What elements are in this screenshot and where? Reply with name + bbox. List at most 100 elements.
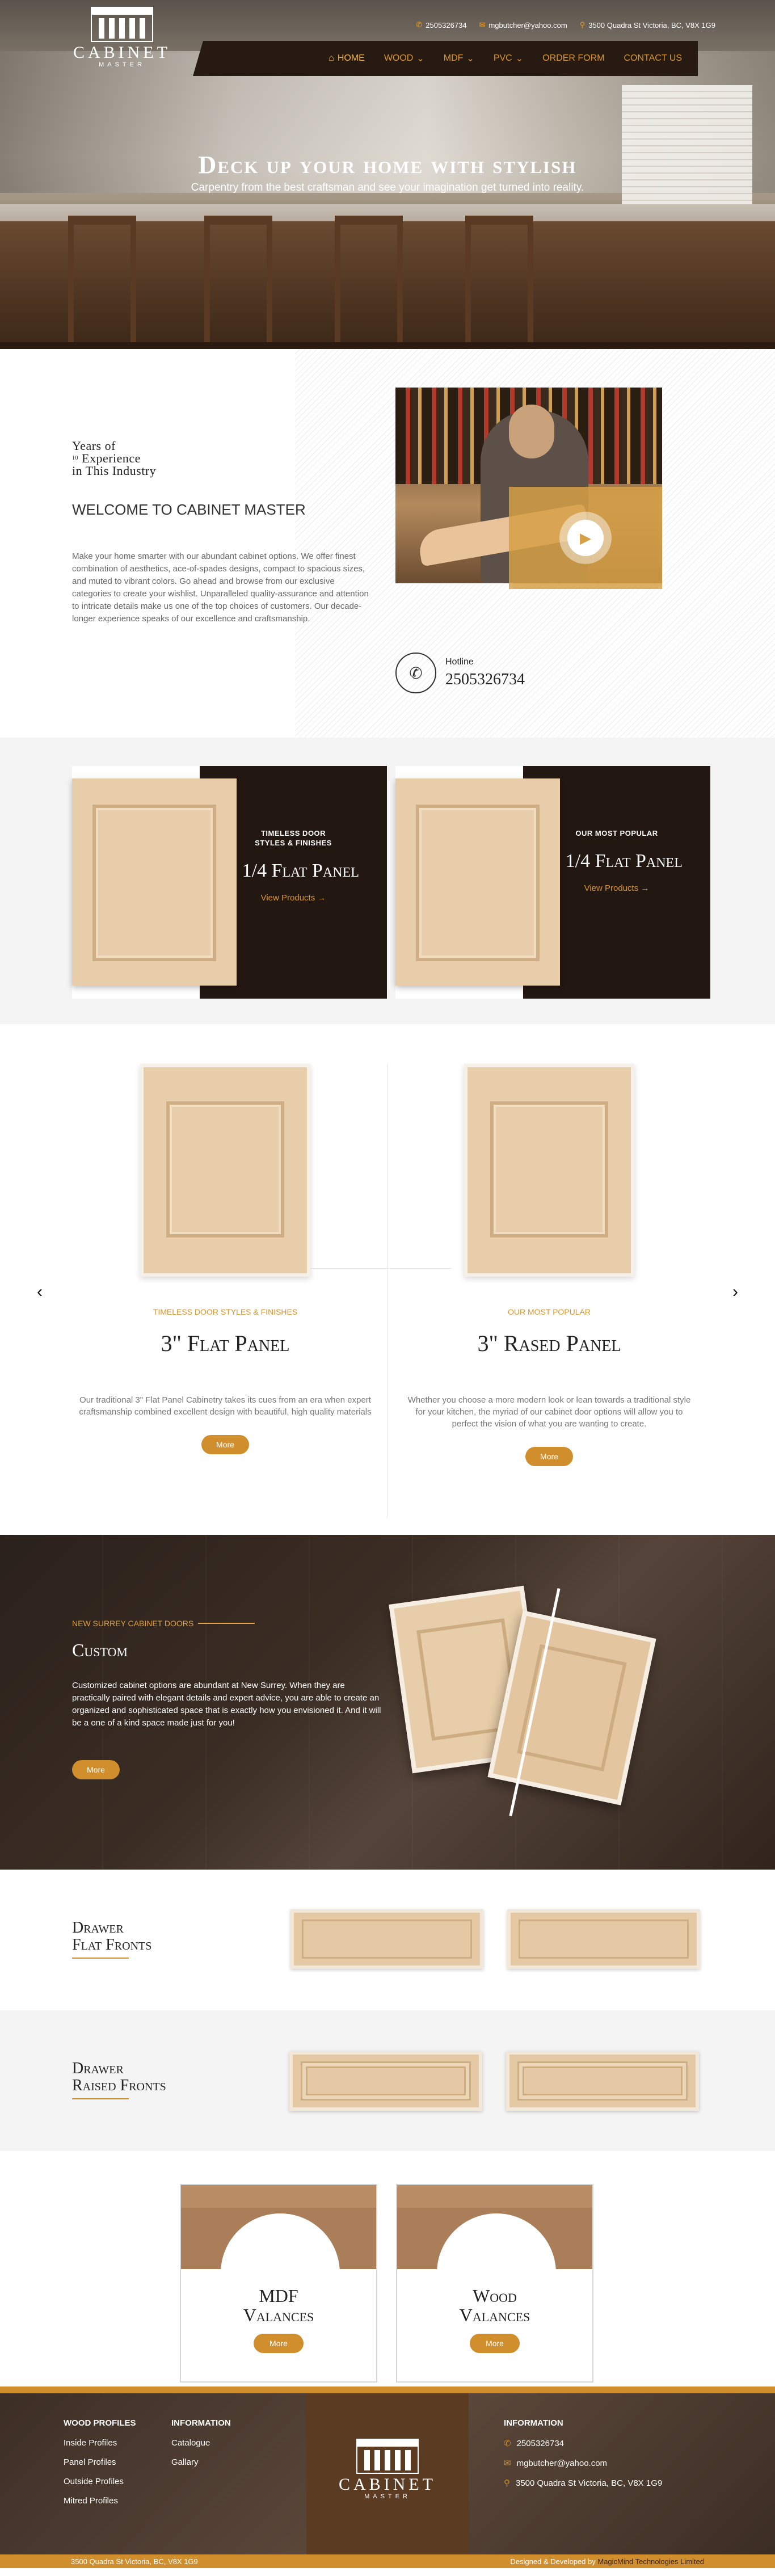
more-button[interactable]: More: [525, 1447, 573, 1466]
nav-home[interactable]: ⌂ HOME: [328, 53, 365, 64]
top-contact-bar: ✆ 2505326734 ✉ mgbutcher@yahoo.com ⚲ 3500 Q…: [416, 20, 715, 30]
footer-link[interactable]: Outside Profiles: [64, 2477, 136, 2486]
nav-mdf-label: MDF: [443, 53, 464, 63]
footer-phone-text: 2505326734: [516, 2438, 565, 2448]
valance-title: Wood Valances: [397, 2286, 592, 2325]
footer-bar-address: 3500 Quadra St Victoria, BC, V8X 1G9: [71, 2557, 198, 2566]
top-phone-text: 2505326734: [426, 20, 467, 30]
drawer-raised-title-line2: Raised Fronts: [72, 2077, 166, 2094]
logo-pillars-icon: [356, 2439, 419, 2474]
footer-bottom-bar: 3500 Quadra St Victoria, BC, V8X 1G9 Des…: [0, 2554, 775, 2568]
video-play-button[interactable]: ▶: [509, 487, 662, 589]
footer-link[interactable]: Mitred Profiles: [64, 2496, 136, 2506]
site-logo[interactable]: CABINET MASTER: [71, 7, 173, 75]
hero-subtitle: Carpentry from the best craftsman and se…: [191, 182, 584, 193]
custom-body: Customized cabinet options are abundant …: [72, 1681, 381, 1728]
logo-name: CABINET: [73, 43, 171, 62]
valance-card: Wood Valances More: [396, 2184, 593, 2383]
footer-credit-prefix: Designed & Developed by: [510, 2557, 598, 2566]
years-line-1: Years of: [72, 439, 116, 453]
valance-title-line1: Wood: [473, 2285, 517, 2306]
title-underline: [72, 2098, 129, 2099]
nav-wood-label: WOOD: [384, 53, 414, 63]
footer-wood-profiles: WOOD PROFILES Inside Profiles Panel Prof…: [64, 2418, 136, 2515]
years-number: 10: [72, 455, 78, 461]
title-underline: [72, 1958, 129, 1959]
top-email[interactable]: ✉ mgbutcher@yahoo.com: [479, 20, 567, 30]
welcome-body: Make your home smarter with our abundant…: [72, 552, 369, 624]
footer-col-title: WOOD PROFILES: [64, 2418, 136, 2428]
footer-information-links: INFORMATION Catalogue Gallary: [171, 2418, 231, 2477]
kicker-rule: [198, 1623, 255, 1624]
more-button[interactable]: More: [470, 2334, 520, 2353]
drawer-front-image: [290, 1909, 483, 1969]
site-footer: WOOD PROFILES Inside Profiles Panel Prof…: [0, 2386, 775, 2568]
valance-image: [181, 2185, 376, 2269]
more-button[interactable]: More: [201, 1435, 249, 1454]
hero-stool: [335, 216, 403, 349]
footer-link[interactable]: Gallary: [171, 2457, 231, 2467]
top-phone[interactable]: ✆ 2505326734: [416, 20, 466, 30]
slide-title: 3" Rased Panel: [477, 1331, 621, 1356]
footer-email[interactable]: ✉ mgbutcher@yahoo.com: [504, 2458, 662, 2469]
featured-cards-section: TIMELESS DOOR STYLES & FINISHES 2 1/4 Fl…: [0, 738, 775, 1024]
top-email-text: mgbutcher@yahoo.com: [488, 20, 567, 30]
nav-order-form-label: ORDER FORM: [542, 53, 605, 63]
footer-col-title: INFORMATION: [504, 2418, 563, 2428]
footer-link[interactable]: Panel Profiles: [64, 2457, 136, 2467]
location-pin-icon: ⚲: [579, 20, 586, 29]
valance-image: [397, 2185, 592, 2269]
slide-description: Whether you choose a more modern look or…: [407, 1395, 691, 1429]
home-icon: ⌂: [328, 53, 334, 63]
valances-section: MDF Valances More Wood Valances More: [0, 2151, 775, 2386]
slide-kicker: OUR MOST POPULAR: [508, 1307, 591, 1316]
slide-title: 3" Flat Panel: [161, 1331, 290, 1356]
footer-logo-panel: CABINET MASTER: [306, 2393, 469, 2561]
drawer-flat-title: Drawer Flat Fronts: [72, 1920, 151, 1954]
slider-prev-arrow[interactable]: ‹: [37, 1282, 43, 1302]
view-products-link[interactable]: View Products →: [584, 883, 650, 893]
custom-more-button[interactable]: More: [72, 1760, 120, 1779]
nav-wood[interactable]: WOOD ⌄: [384, 53, 424, 64]
hero-title: Deck up your home with stylish: [198, 151, 577, 179]
phone-ring-icon: ✆: [395, 653, 436, 693]
hero-stool: [68, 216, 136, 349]
drawer-raised-title-line1: Drawer: [72, 2060, 124, 2077]
hotline-block[interactable]: ✆ Hotline 2505326734: [395, 653, 525, 693]
welcome-heading: WELCOME TO CABINET MASTER: [72, 501, 306, 518]
developer-link[interactable]: MagicMind Technologies Limited: [597, 2557, 704, 2566]
welcome-section: Years of 10 Experience in This Industry …: [0, 349, 775, 738]
nav-pvc[interactable]: PVC ⌄: [494, 53, 523, 64]
hero-stool: [204, 216, 272, 349]
door-slider: ‹ › TIMELESS DOOR STYLES & FINISHES 3" F…: [0, 1024, 775, 1535]
drawer-flat-title-line1: Drawer: [72, 1919, 124, 1937]
main-nav: ⌂ HOME WOOD ⌄ MDF ⌄ PVC ⌄ ORDER FORM CONTACT…: [193, 41, 698, 76]
hotline-number: 2505326734: [445, 671, 525, 688]
valance-title-line2: Valances: [459, 2305, 530, 2325]
slider-next-arrow[interactable]: ›: [732, 1282, 738, 1302]
valance-card: MDF Valances More: [180, 2184, 377, 2383]
cabinet-door-image: [395, 778, 560, 986]
drawer-flat-title-line2: Flat Fronts: [72, 1936, 152, 1954]
drawer-flat-section: Drawer Flat Fronts: [0, 1870, 775, 2010]
location-pin-icon: ⚲: [504, 2478, 510, 2488]
footer-link[interactable]: Inside Profiles: [64, 2438, 136, 2448]
phone-icon: ✆: [504, 2439, 511, 2448]
view-products-link[interactable]: View Products →: [261, 893, 326, 903]
footer-link[interactable]: Catalogue: [171, 2438, 231, 2448]
years-line-3: in This Industry: [72, 464, 157, 478]
cabinet-door-image: [72, 778, 237, 986]
product-card: OUR MOST POPULAR 2 1/4 Flat Panel View P…: [395, 766, 710, 999]
custom-kicker: NEW SURREY CABINET DOORS: [72, 1619, 255, 1628]
footer-phone[interactable]: ✆ 2505326734: [504, 2438, 662, 2449]
nav-mdf[interactable]: MDF ⌄: [444, 53, 474, 64]
chevron-down-icon: ⌄: [515, 54, 524, 64]
nav-order-form[interactable]: ORDER FORM: [542, 53, 604, 64]
footer-address: ⚲ 3500 Quadra St Victoria, BC, V8X 1G9: [504, 2478, 662, 2489]
nav-pvc-label: PVC: [493, 53, 512, 63]
footer-email-text: mgbutcher@yahoo.com: [516, 2458, 608, 2468]
nav-contact-us[interactable]: CONTACT US: [624, 53, 682, 64]
craftsman-head: [509, 405, 554, 458]
years-experience-block: Years of 10 Experience in This Industry: [72, 440, 156, 477]
more-button[interactable]: More: [254, 2334, 304, 2353]
